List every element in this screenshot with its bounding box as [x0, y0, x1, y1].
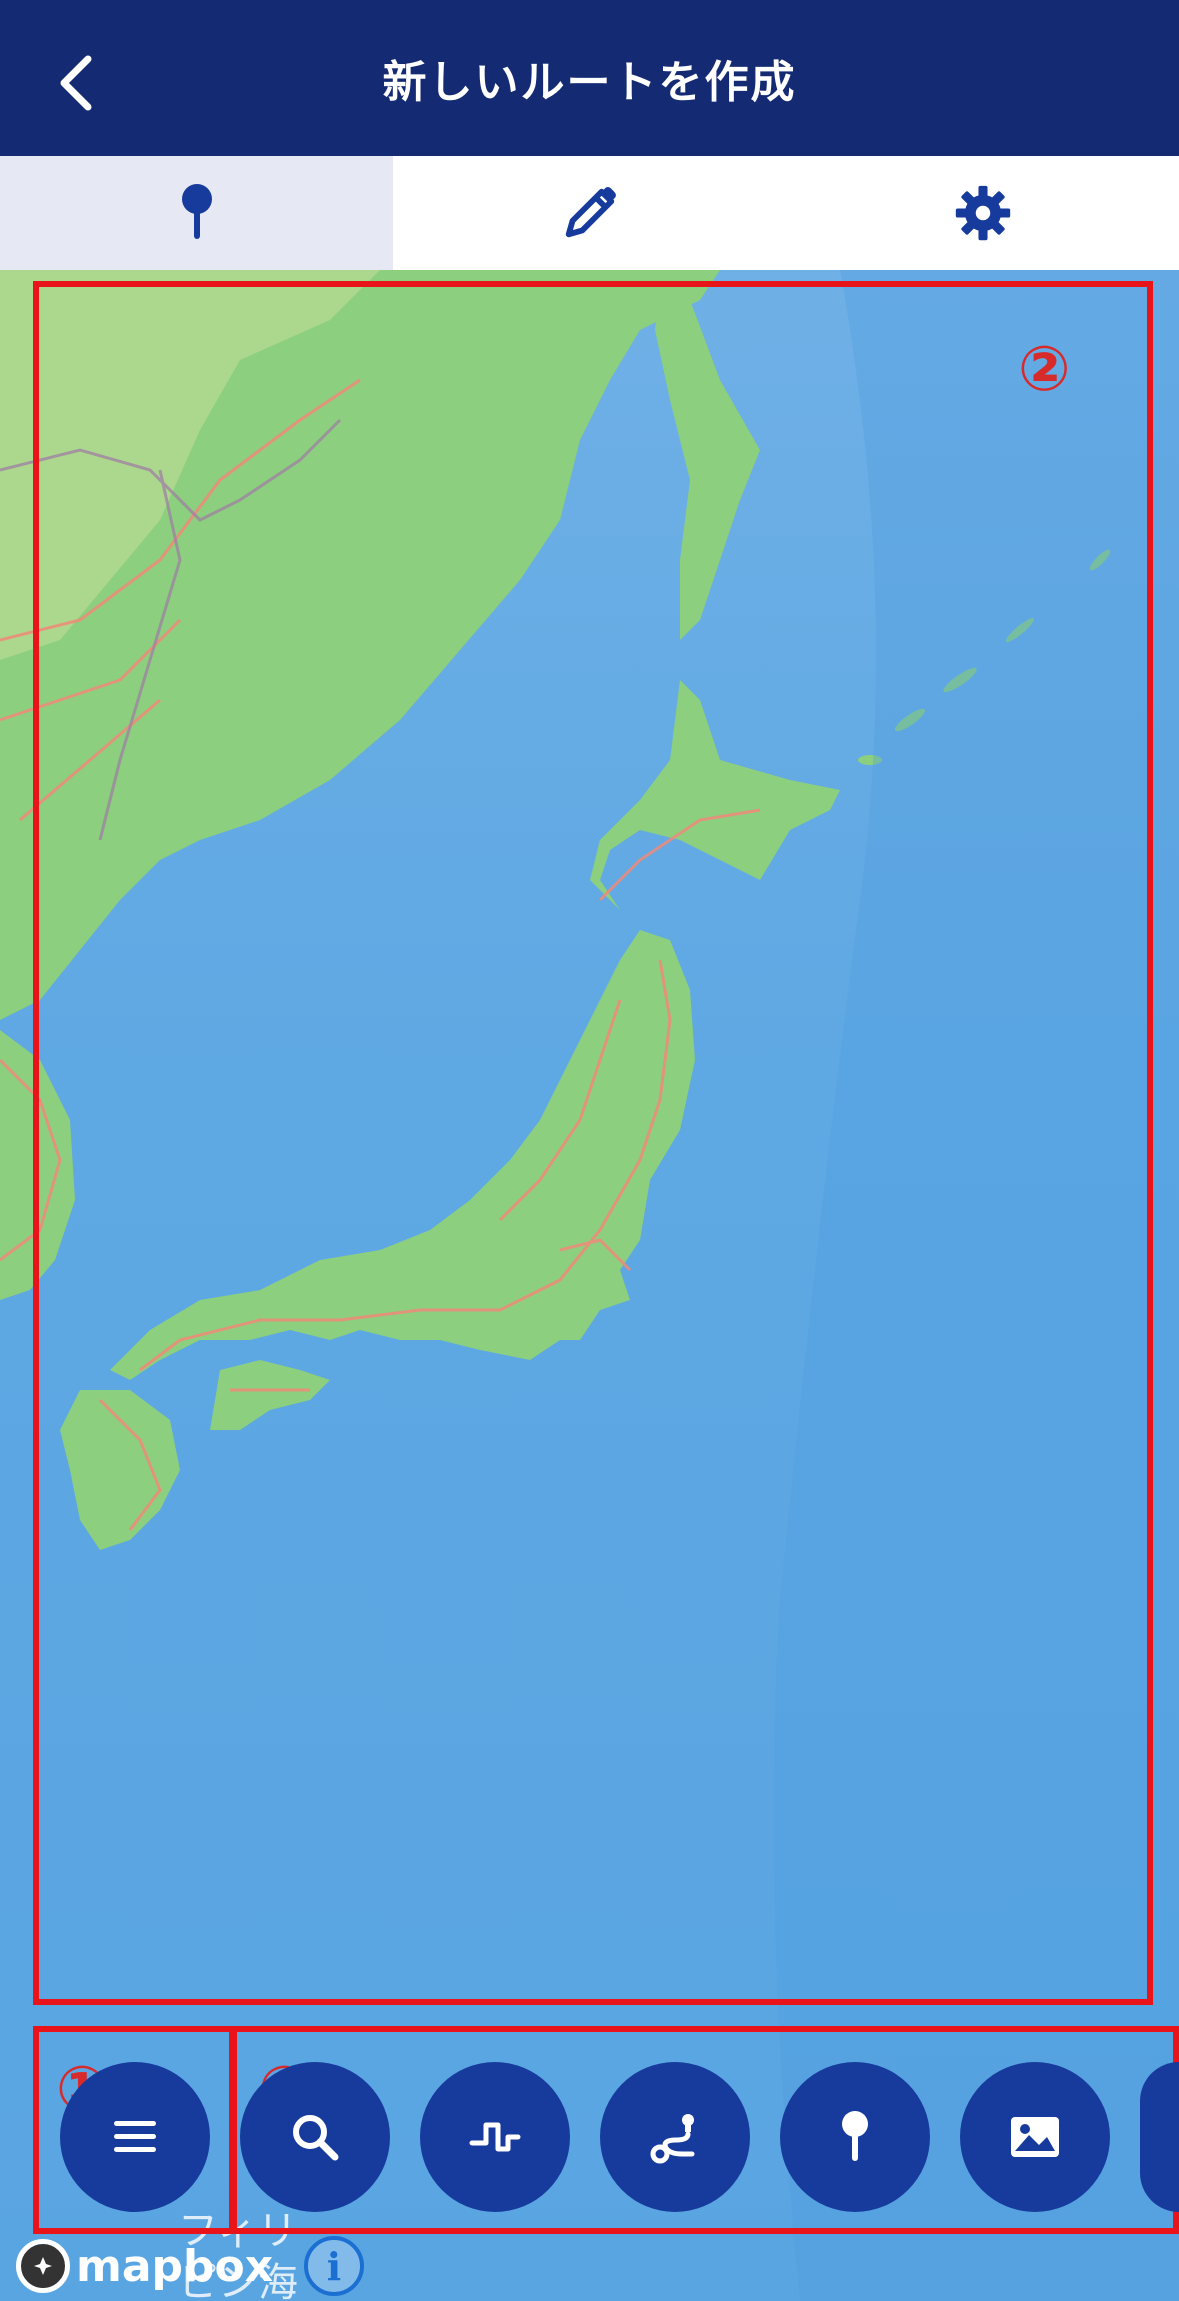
map-pin-icon	[181, 184, 212, 239]
elevation-profile-icon	[469, 2122, 521, 2152]
mapbox-logo: mapbox	[16, 2236, 273, 2296]
route-button[interactable]	[600, 2062, 750, 2212]
sakhalin-landmass	[655, 280, 760, 640]
gear-icon	[955, 185, 1010, 241]
map-graphic	[0, 270, 1179, 2301]
mapbox-mark-icon	[16, 2239, 70, 2293]
map-view[interactable]: フィリ ピン海	[0, 270, 1179, 2301]
image-button[interactable]	[960, 2062, 1110, 2212]
hokkaido-landmass	[590, 680, 840, 910]
search-icon	[293, 2115, 339, 2161]
pin-button[interactable]	[780, 2062, 930, 2212]
route-icon	[650, 2114, 695, 2164]
hamburger-menu-icon	[114, 2121, 156, 2152]
search-button[interactable]	[240, 2062, 390, 2212]
map-pin-icon	[842, 2111, 868, 2161]
pencil-icon	[565, 187, 616, 238]
kyushu-landmass	[60, 1390, 180, 1550]
tab-bar	[0, 156, 1179, 270]
tab-settings[interactable]	[786, 156, 1179, 270]
shikoku-landmass	[210, 1360, 330, 1430]
menu-button[interactable]	[60, 2062, 210, 2212]
annotation-label-2: ②	[1018, 332, 1071, 405]
elevation-button[interactable]	[420, 2062, 570, 2212]
app-header: 新しいルートを作成	[0, 0, 1179, 156]
page-title: 新しいルートを作成	[382, 57, 797, 108]
tab-pencil[interactable]	[393, 156, 786, 270]
chevron-left-icon	[60, 55, 92, 111]
mapbox-wordmark: mapbox	[76, 2240, 274, 2292]
back-button[interactable]	[52, 55, 100, 111]
image-icon	[1011, 2117, 1059, 2157]
attribution-info-button[interactable]: i	[304, 2236, 364, 2296]
more-tools-button[interactable]	[1140, 2062, 1179, 2212]
tab-pin[interactable]	[0, 156, 393, 270]
